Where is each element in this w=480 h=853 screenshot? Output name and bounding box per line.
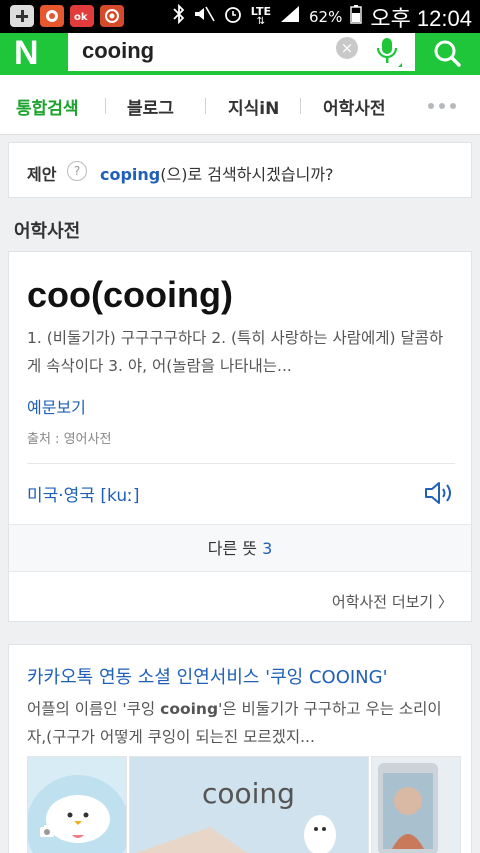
status-bar: ok LTE ⇅ 62% 오후 12:04 (0, 0, 480, 33)
ok-app-icon: ok (70, 5, 94, 27)
result-card: 카카오톡 연동 소셜 인연서비스 '쿠잉 COOING' 어플의 이름인 '쿠잉… (8, 644, 472, 853)
battery-icon (350, 4, 363, 29)
result-title-link[interactable]: 카카오톡 연동 소셜 인연서비스 '쿠잉 COOING' (27, 663, 467, 689)
tab-blog[interactable]: 블로그 (127, 94, 174, 119)
mute-icon (193, 5, 215, 28)
suggestion-label: 제안 (27, 165, 57, 184)
spelling-suggestion: 제안 ? coping(으)로 검색하시겠습니까? (8, 142, 472, 198)
tab-divider (300, 98, 301, 114)
clear-query-button[interactable]: × (336, 37, 358, 59)
result-desc-prefix: 어플의 이름인 '쿠잉 (27, 700, 161, 718)
record-icon (100, 5, 124, 27)
plus-icon (10, 5, 34, 27)
result-description: 어플의 이름인 '쿠잉 cooing'은 비둘기가 구구하고 우는 소리이자,(… (27, 695, 457, 751)
help-icon[interactable]: ? (67, 161, 87, 181)
bluetooth-icon (173, 3, 185, 29)
result-desc-keyword: cooing (160, 700, 219, 718)
thumbnail-logo-text: cooing (202, 777, 295, 810)
examples-link[interactable]: 예문보기 (27, 394, 86, 418)
photo-count-value: 6 (59, 824, 68, 841)
more-tabs-icon[interactable] (428, 103, 456, 109)
lte-label: LTE (250, 4, 271, 18)
result-thumbnail[interactable]: cooing (129, 756, 369, 853)
battery-percent: 62% (309, 7, 343, 26)
dictionary-more-link[interactable]: 어학사전 더보기 〉 (9, 582, 471, 622)
other-meanings-button[interactable]: 다른 뜻 3 (9, 524, 471, 572)
mic-icon[interactable] (370, 33, 404, 71)
naver-logo[interactable]: N (14, 33, 54, 75)
camera-icon (39, 824, 55, 841)
dictionary-card: coo(cooing) 1. (비둘기가) 구구구구하다 2. (특히 사랑하는… (8, 251, 472, 622)
divider (27, 463, 455, 464)
search-input[interactable]: cooing (82, 38, 154, 64)
data-arrows-icon: LTE ⇅ (250, 4, 271, 27)
dictionary-meaning: 1. (비둘기가) 구구구구하다 2. (특히 사랑하는 사람에게) 달콤하게 … (27, 329, 444, 375)
suggestion-text: coping(으)로 검색하시겠습니까? (100, 161, 334, 185)
result-thumbnail[interactable] (371, 756, 461, 853)
dictionary-source: 출처 : 영어사전 (27, 432, 112, 447)
svg-text:ok: ok (74, 12, 88, 23)
other-meanings-label: 다른 뜻 (207, 539, 257, 558)
dictionary-headword[interactable]: coo(cooing) (27, 274, 233, 316)
tab-integrated-search[interactable]: 통합검색 (16, 94, 79, 119)
alarm-icon (223, 4, 243, 29)
chat-app-icon (40, 5, 64, 27)
search-tabs: 통합검색 블로그 지식iN 어학사전 (0, 75, 480, 135)
tab-language-dictionary[interactable]: 어학사전 (323, 94, 386, 119)
photo-count: 6 (39, 824, 68, 841)
pronunciation: 미국·영국 [kuː] (27, 486, 140, 506)
section-title: 어학사전 (14, 221, 81, 242)
tab-divider (105, 98, 106, 114)
other-meanings-count: 3 (262, 539, 273, 558)
suggested-word-link[interactable]: coping (100, 165, 160, 184)
signal-icon (279, 4, 301, 29)
suggestion-question: (으)로 검색하시겠습니까? (160, 165, 334, 184)
search-box[interactable]: cooing × (68, 33, 415, 71)
tab-knowledge-in[interactable]: 지식iN (228, 94, 279, 119)
clock: 오후 12:04 (370, 5, 472, 31)
tab-divider (205, 98, 206, 114)
search-button[interactable] (415, 33, 480, 75)
speaker-icon[interactable] (423, 479, 455, 507)
search-header: N cooing × (0, 33, 480, 75)
